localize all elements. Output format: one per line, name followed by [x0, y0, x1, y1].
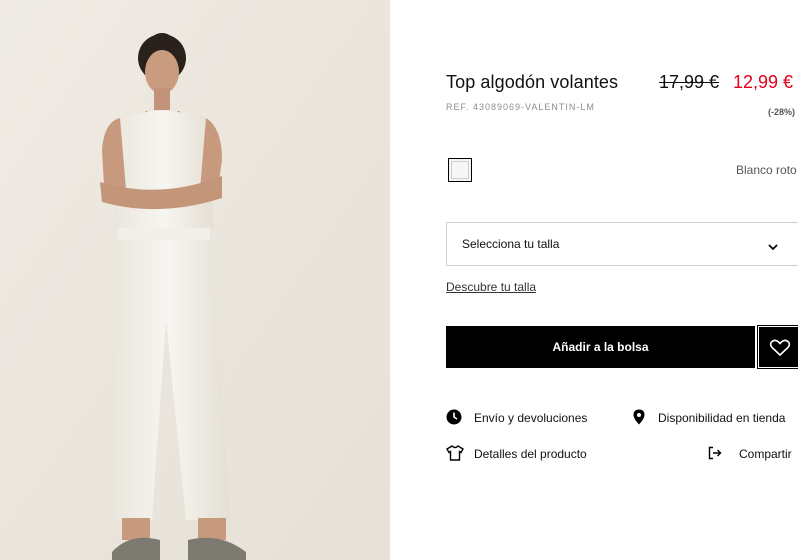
shipping-returns-label: Envío y devoluciones — [474, 411, 588, 425]
product-title: Top algodón volantes — [446, 72, 619, 92]
size-selector[interactable]: Selecciona tu talla — [446, 222, 798, 266]
heart-icon — [769, 339, 791, 357]
model-photo-illustration — [0, 0, 390, 560]
discount-badge: (-28%) — [768, 107, 796, 117]
chevron-down-icon — [767, 239, 779, 257]
shipping-returns-link[interactable]: Envío y devoluciones — [446, 409, 616, 427]
tshirt-icon — [446, 445, 464, 464]
store-availability-label: Disponibilidad en tienda — [658, 411, 786, 425]
favorite-button[interactable] — [757, 325, 798, 369]
product-info-panel: Top algodón volantes 17,99 € 12,99 € REF… — [446, 0, 798, 560]
location-pin-icon — [632, 409, 646, 428]
clock-icon — [446, 409, 462, 428]
size-selector-placeholder: Selecciona tu talla — [462, 237, 560, 251]
product-details-label: Detalles del producto — [474, 447, 587, 461]
selected-color-name: Blanco roto — [736, 163, 797, 177]
add-to-bag-button[interactable]: Añadir a la bolsa — [446, 326, 755, 368]
sale-price: 12,99 € — [733, 72, 794, 92]
share-label: Compartir — [739, 447, 792, 461]
title-price-row: Top algodón volantes 17,99 € 12,99 € — [446, 72, 798, 96]
color-swatch-blanco-roto[interactable] — [448, 158, 472, 182]
share-icon — [708, 445, 722, 463]
size-guide-link[interactable]: Descubre tu talla — [446, 280, 536, 294]
product-details-link[interactable]: Detalles del producto — [446, 445, 616, 463]
product-reference: REF. 43089069-VALENTIN-LM — [446, 102, 595, 112]
store-availability-link[interactable]: Disponibilidad en tienda — [632, 409, 798, 427]
original-price: 17,99 € — [659, 72, 720, 92]
product-photo[interactable] — [0, 0, 390, 560]
share-link[interactable]: Compartir — [708, 445, 798, 463]
